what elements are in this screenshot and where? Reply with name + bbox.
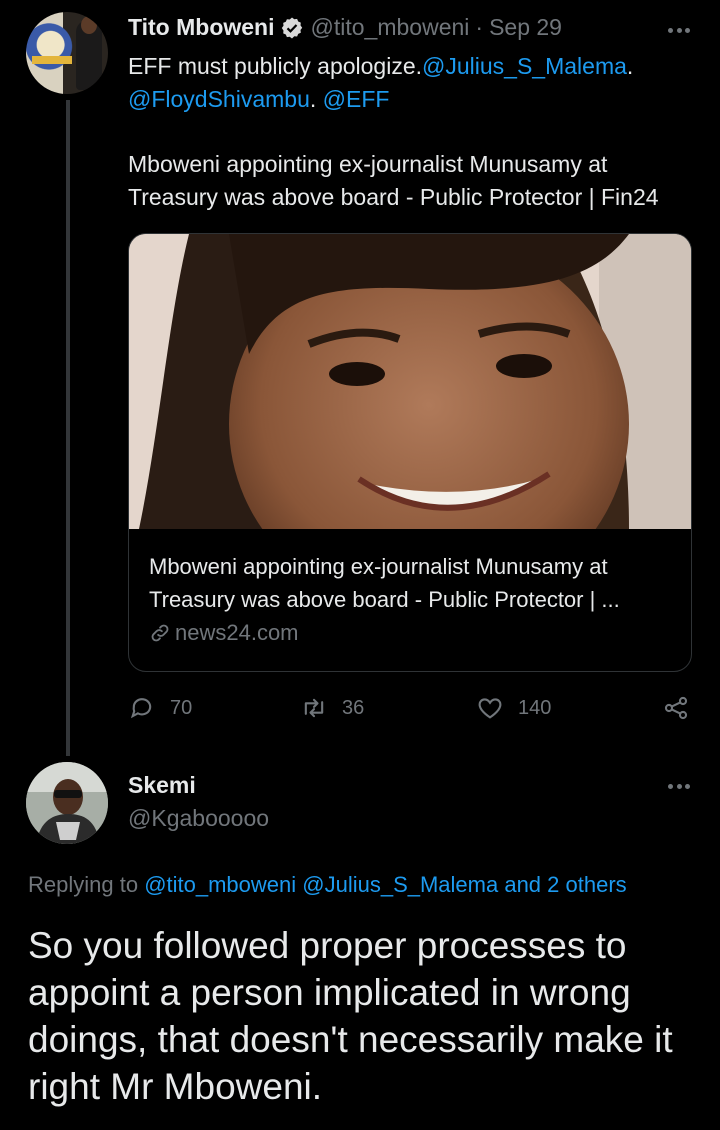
reply-count: 70 <box>170 696 193 719</box>
reply-text: So you followed proper processes to appo… <box>28 925 673 1107</box>
mention-link[interactable]: @EFF <box>323 86 390 112</box>
link-icon <box>151 624 169 642</box>
mention-link[interactable]: @FloydShivambu <box>128 86 310 112</box>
author-name[interactable]: Tito Mboweni <box>128 14 275 41</box>
card-domain[interactable]: news24.com <box>149 620 679 646</box>
thread-line <box>66 100 70 756</box>
author-handle[interactable]: @tito_mboweni <box>311 14 470 41</box>
link-card[interactable]: Mboweni appointing ex-journalist Munusam… <box>128 233 692 672</box>
reply-button[interactable]: 70 <box>128 694 192 722</box>
card-title[interactable]: Mboweni appointing ex-journalist Munusam… <box>149 550 679 616</box>
like-button[interactable]: 140 <box>476 694 551 722</box>
replying-to: Replying to @tito_mboweni @Julius_S_Male… <box>28 872 627 898</box>
card-domain-text[interactable]: news24.com <box>175 620 299 646</box>
reply-author-handle[interactable]: @Kgabooooo <box>128 805 269 832</box>
like-icon <box>478 698 502 719</box>
more-icon[interactable] <box>668 26 690 34</box>
card-body[interactable]: Mboweni appointing ex-journalist Munusam… <box>149 550 679 646</box>
mention-link[interactable]: @Julius_S_Malema <box>422 53 627 79</box>
retweet-button[interactable]: 36 <box>300 694 364 722</box>
tweet-header: Tito Mboweni @tito_mboweni · Sep 29 <box>128 14 562 41</box>
share-icon <box>664 696 688 720</box>
retweet-icon <box>304 698 324 718</box>
tweet-text: EFF must publicly apologize.@Julius_S_Ma… <box>128 50 698 116</box>
reply-author-name[interactable]: Skemi <box>128 772 196 799</box>
reply-icon <box>130 698 152 719</box>
like-count: 140 <box>518 696 552 719</box>
header-separator: · <box>475 14 484 40</box>
card-image[interactable] <box>129 234 691 529</box>
share-button[interactable] <box>662 694 690 722</box>
tweet-text-line: EFF must publicly apologize. <box>128 53 423 79</box>
more-icon[interactable] <box>668 782 690 790</box>
punctuation: . <box>626 53 634 79</box>
tweet-date[interactable]: Sep 29 <box>489 14 562 41</box>
replying-to-mentions[interactable]: @tito_mboweni @Julius_S_Malema and 2 oth… <box>144 872 626 897</box>
tweet-headline: Mboweni appointing ex-journalist Munusam… <box>128 151 659 210</box>
verified-badge-icon <box>281 17 302 38</box>
replying-to-label: Replying to <box>28 872 145 897</box>
author-avatar[interactable] <box>26 12 108 94</box>
retweet-count: 36 <box>342 696 365 719</box>
reply-author-avatar[interactable] <box>26 762 108 844</box>
punctuation: . <box>309 86 323 112</box>
